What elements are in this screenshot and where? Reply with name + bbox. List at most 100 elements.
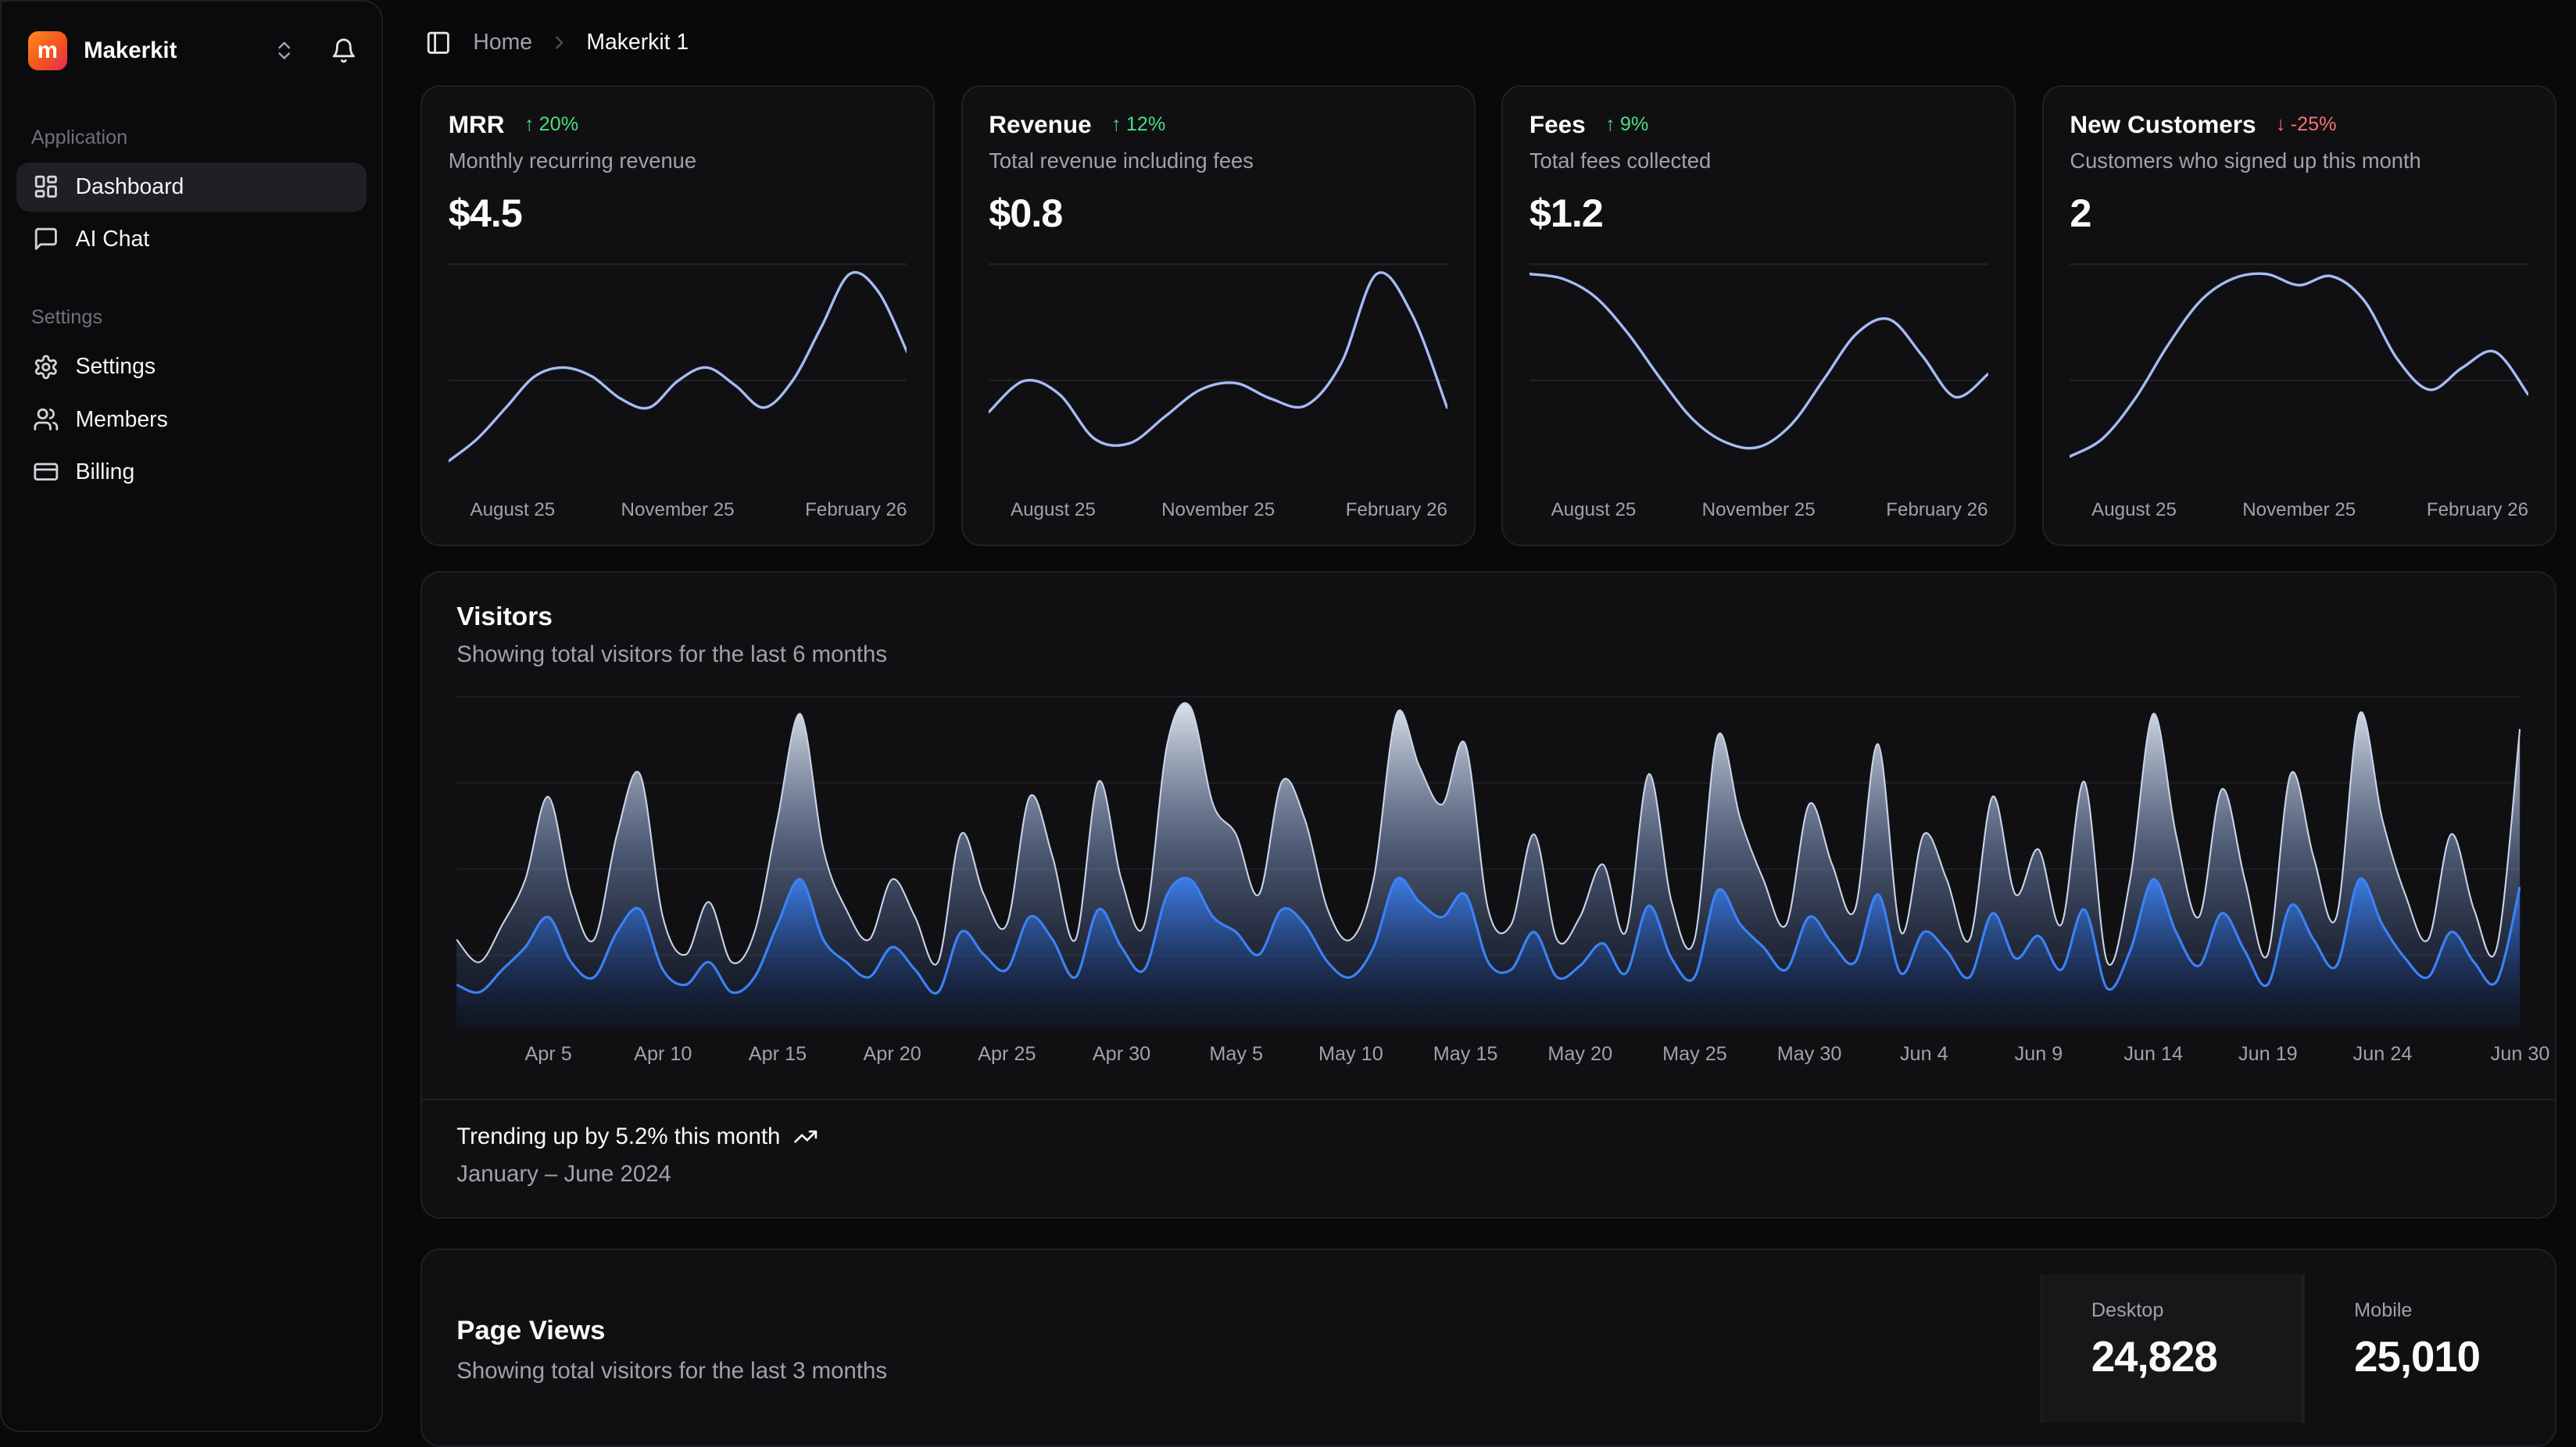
stat-title: New Customers <box>2070 110 2256 139</box>
toggle-label: Mobile <box>2354 1299 2555 1322</box>
x-tick: Apr 10 <box>634 1043 692 1066</box>
stat-title: Revenue <box>989 110 1091 139</box>
page-views-subtitle: Showing total visitors for the last 3 mo… <box>456 1358 887 1384</box>
stat-card-revenue: Revenue ↑12% Total revenue including fee… <box>961 85 1476 546</box>
x-tick: August 25 <box>2091 499 2177 521</box>
breadcrumb-current: Makerkit 1 <box>586 30 689 55</box>
stat-card-new-customers: New Customers ↓-25% Customers who signed… <box>2042 85 2556 546</box>
x-tick: Jun 19 <box>2238 1043 2298 1066</box>
trend-up-icon: ↑ <box>1605 113 1615 136</box>
main-content: Home Makerkit 1 MRR ↑20% Monthly recurri… <box>383 0 2576 1447</box>
toggle-label: Desktop <box>2091 1299 2302 1322</box>
x-tick: February 26 <box>805 499 907 521</box>
workspace-selector[interactable]: m Makerkit <box>15 21 309 80</box>
delta-badge: ↑12% <box>1111 113 1165 136</box>
mrr-sparkline-chart[interactable] <box>449 263 907 489</box>
stat-value: $1.2 <box>1530 190 1988 236</box>
sidebar-item-label: Settings <box>76 354 156 380</box>
visitors-area-chart[interactable] <box>456 691 2520 1030</box>
panel-left-icon <box>425 30 452 56</box>
x-tick: May 20 <box>1547 1043 1612 1066</box>
bell-icon <box>331 38 357 64</box>
x-tick: August 25 <box>470 499 555 521</box>
makerkit-logo-icon: m <box>28 31 67 70</box>
x-tick: Jun 4 <box>1900 1043 1948 1066</box>
toggle-mobile[interactable]: Mobile 25,010 <box>2303 1274 2555 1422</box>
toggle-value: 24,828 <box>2091 1332 2302 1381</box>
application-nav: Dashboard AI Chat <box>2 163 381 268</box>
x-tick: Apr 30 <box>1093 1043 1150 1066</box>
trend-text: Trending up by 5.2% this month <box>456 1124 780 1150</box>
trend-up-icon: ↑ <box>524 113 535 136</box>
sidebar-item-dashboard[interactable]: Dashboard <box>16 163 367 212</box>
x-tick: August 25 <box>1551 499 1637 521</box>
stat-value: $0.8 <box>989 190 1447 236</box>
trend-down-icon: ↓ <box>2276 113 2286 136</box>
chevron-right-icon <box>549 32 570 53</box>
x-tick: November 25 <box>1702 499 1816 521</box>
x-tick: November 25 <box>621 499 735 521</box>
gear-icon <box>33 354 59 381</box>
x-tick: Apr 20 <box>863 1043 921 1066</box>
spark-x-axis: August 25 November 25 February 26 <box>1530 499 1988 526</box>
x-tick: August 25 <box>1011 499 1096 521</box>
sidebar-item-members[interactable]: Members <box>16 395 367 445</box>
trending-up-icon <box>793 1124 818 1149</box>
stat-value: 2 <box>2070 190 2528 236</box>
delta-value: -25% <box>2291 113 2337 136</box>
revenue-sparkline-chart[interactable] <box>989 263 1447 489</box>
new-customers-sparkline-chart[interactable] <box>2070 263 2528 489</box>
sidebar-toggle-button[interactable] <box>420 25 456 61</box>
x-tick: February 26 <box>1346 499 1447 521</box>
x-tick: May 30 <box>1777 1043 1842 1066</box>
spark-x-axis: August 25 November 25 February 26 <box>989 499 1447 526</box>
visitors-subtitle: Showing total visitors for the last 6 mo… <box>456 641 2520 668</box>
sidebar-item-label: Dashboard <box>76 174 184 200</box>
x-tick: May 25 <box>1662 1043 1727 1066</box>
x-tick: May 10 <box>1318 1043 1383 1066</box>
stat-subtitle: Total revenue including fees <box>989 148 1447 173</box>
x-tick: Jun 9 <box>2015 1043 2063 1066</box>
x-tick: Jun 14 <box>2123 1043 2183 1066</box>
notifications-button[interactable] <box>319 27 368 76</box>
section-label-settings: Settings <box>31 306 352 329</box>
x-tick: February 26 <box>2427 499 2528 521</box>
stat-subtitle: Total fees collected <box>1530 148 1988 173</box>
trend-up-icon: ↑ <box>1111 113 1122 136</box>
x-tick: Apr 5 <box>524 1043 571 1066</box>
settings-nav: Settings Members Billing <box>2 342 381 500</box>
date-range: January – June 2024 <box>456 1161 2520 1188</box>
x-tick: Apr 25 <box>978 1043 1036 1066</box>
sidebar-item-label: Members <box>76 407 168 433</box>
x-tick: November 25 <box>1161 499 1275 521</box>
delta-badge: ↑20% <box>524 113 578 136</box>
users-icon <box>33 406 59 433</box>
stat-card-mrr: MRR ↑20% Monthly recurring revenue $4.5 … <box>420 85 935 546</box>
x-tick: Jun 30 <box>2491 1043 2550 1066</box>
page-views-title: Page Views <box>456 1316 887 1346</box>
spark-x-axis: August 25 November 25 February 26 <box>449 499 907 526</box>
toggle-desktop[interactable]: Desktop 24,828 <box>2041 1274 2303 1422</box>
spark-x-axis: August 25 November 25 February 26 <box>2070 499 2528 526</box>
fees-sparkline-chart[interactable] <box>1530 263 1988 489</box>
sidebar-item-billing[interactable]: Billing <box>16 448 367 497</box>
chat-icon <box>33 226 59 252</box>
stat-card-fees: Fees ↑9% Total fees collected $1.2 Augus… <box>1501 85 2016 546</box>
visitors-title: Visitors <box>456 602 2520 632</box>
sidebar: m Makerkit Application Dashboard AI Chat… <box>0 0 383 1432</box>
stat-cards-row: MRR ↑20% Monthly recurring revenue $4.5 … <box>420 85 2556 546</box>
x-tick: May 5 <box>1209 1043 1263 1066</box>
sidebar-item-label: Billing <box>76 459 135 485</box>
stat-subtitle: Monthly recurring revenue <box>449 148 907 173</box>
x-tick: Jun 24 <box>2353 1043 2413 1066</box>
sidebar-item-settings[interactable]: Settings <box>16 342 367 391</box>
x-tick: February 26 <box>1886 499 1987 521</box>
page-views-toggles: Desktop 24,828 Mobile 25,010 <box>2041 1274 2555 1422</box>
x-tick: Apr 15 <box>749 1043 807 1066</box>
visitors-footer: Trending up by 5.2% this month January –… <box>422 1099 2555 1217</box>
breadcrumb-home[interactable]: Home <box>473 30 532 55</box>
stat-value: $4.5 <box>449 190 907 236</box>
sidebar-item-ai-chat[interactable]: AI Chat <box>16 215 367 264</box>
stat-title: Fees <box>1530 110 1586 139</box>
dashboard-grid-icon <box>33 173 59 200</box>
